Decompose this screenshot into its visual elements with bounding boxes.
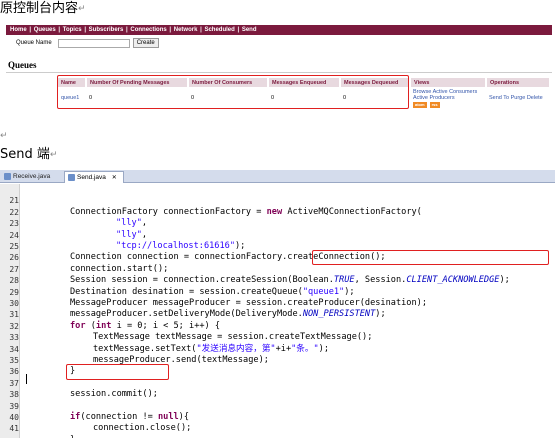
code-line-28: 28 Destination desination = session.crea… (9, 276, 355, 297)
java-file-icon (4, 173, 11, 180)
code-line-33: 33 textMessage.setText("发送消息内容，第"+i+"条。"… (9, 333, 330, 354)
nav-scheduled[interactable]: Scheduled (204, 27, 234, 33)
col-operations: Operations (486, 78, 551, 87)
views-cell: Browse Active Consumers Active Producers… (410, 87, 486, 109)
send-heading-text: Send 端 (0, 147, 50, 162)
code-line-31: 31 for (int i = 0; i < 5; i++) { (9, 310, 221, 331)
editor-tab-bar: Receive.java Send.java ✕ (0, 170, 555, 183)
tab-label: Receive.java (13, 173, 51, 180)
code-line-25: 25 Connection connection = connectionFac… (9, 242, 386, 263)
rss-feed-icon[interactable]: rss (429, 102, 440, 108)
nav-topics[interactable]: Topics (63, 27, 82, 33)
activemq-nav-bar: Home | Queues | Topics | Subscribers | C… (6, 25, 552, 35)
console-heading-text: 原控制台内容 (0, 1, 79, 16)
nav-send[interactable]: Send (242, 27, 257, 33)
paragraph-mark-icon: ↵ (49, 150, 58, 160)
java-file-icon (68, 174, 75, 181)
col-views: Views (410, 78, 487, 87)
queue-name-label: Queue Name (16, 40, 52, 46)
code-line-21: 21 ConnectionFactory connectionFactory =… (9, 196, 422, 217)
code-editor[interactable]: 21 ConnectionFactory connectionFactory =… (0, 184, 555, 438)
nav-queues[interactable]: Queues (34, 27, 56, 33)
operations-links[interactable]: Send To Purge Delete (486, 87, 550, 109)
queue-stats-highlight (57, 75, 409, 109)
paragraph-mark-icon: ↵ (78, 4, 86, 14)
queue-name-input[interactable] (57, 38, 130, 48)
create-button[interactable]: Create (132, 38, 159, 48)
code-line-39: 39 if(connection != null){ (9, 401, 190, 422)
paragraph-mark-icon: ↵ (0, 131, 8, 141)
nav-connections[interactable]: Connections (130, 27, 166, 33)
code-line-22: 22 "lly", (9, 207, 148, 229)
code-line-34: 34 messageProducer.send(textMessage); (9, 344, 269, 365)
console-heading: 原控制台内容↵ (0, 1, 86, 17)
code-line-35: 35 } (9, 356, 76, 377)
tab-send-java[interactable]: Send.java ✕ (64, 171, 124, 183)
nav-subscribers[interactable]: Subscribers (89, 27, 124, 33)
code-line-40: 40 connection.close(); (9, 413, 192, 434)
close-icon[interactable]: ✕ (112, 175, 117, 181)
tab-receive-java[interactable]: Receive.java (1, 171, 63, 183)
code-line-29: 29 MessageProducer messageProducer = ses… (9, 287, 427, 308)
tab-label: Send.java (77, 174, 106, 181)
divider (6, 72, 552, 73)
code-line-30: 30 messageProducer.setDeliveryMode(Deliv… (9, 299, 386, 320)
create-queue-form: Queue Name Create (16, 38, 159, 48)
empty-paragraph: ↵ (0, 128, 8, 144)
code-line-41: 41 } (9, 424, 75, 438)
atom-feed-icon[interactable]: atom (413, 102, 427, 108)
active-producers-link[interactable]: Active Producers (413, 95, 483, 101)
nav-network[interactable]: Network (174, 27, 198, 33)
session-commit-highlight (66, 364, 169, 380)
send-heading: Send 端↵ (0, 147, 57, 163)
code-line-24: 24 "tcp://localhost:61616"); (9, 230, 246, 251)
code-line-23: 23 "lly", (9, 219, 148, 240)
create-session-args-highlight (312, 250, 549, 265)
queues-title: Queues (8, 60, 37, 70)
nav-home[interactable]: Home (10, 27, 27, 33)
code-line-32: 32 TextMessage textMessage = session.cre… (9, 321, 373, 343)
text-cursor (26, 374, 27, 384)
